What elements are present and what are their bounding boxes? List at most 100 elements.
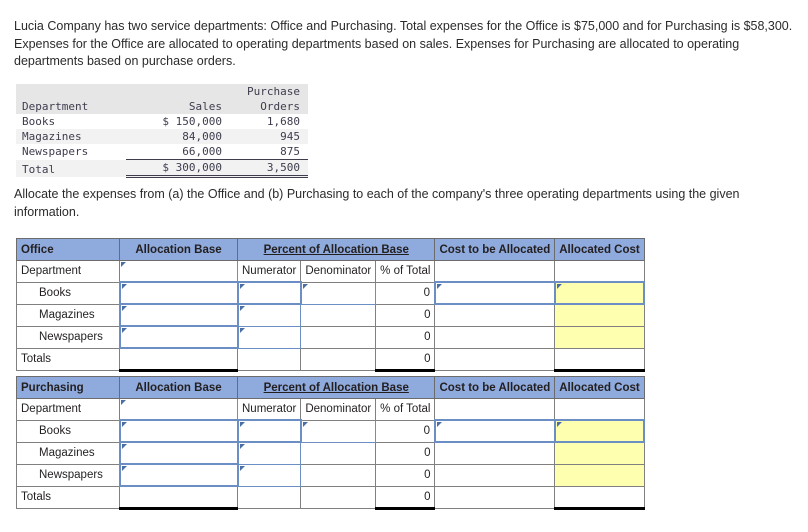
office-newspapers-allocation-base-input[interactable] (118, 325, 239, 349)
office-books-allocation-base-input[interactable] (118, 281, 239, 305)
office-totals-allocation-base (119, 347, 238, 372)
purchasing-books-allocated-cost-input[interactable] (553, 419, 646, 443)
purchasing-totals-allocation-base (119, 485, 238, 510)
purchasing-books-numerator-input[interactable] (236, 419, 302, 443)
office-books-cost-to-be-allocated-input[interactable] (433, 281, 556, 305)
office-header-allocation-base: Allocation Base (119, 238, 238, 261)
purchasing-row-label: Magazines (16, 441, 120, 465)
purchasing-subheader-numerator: Numerator (236, 398, 302, 421)
office-totals-row: Totals 0 (16, 347, 645, 372)
purchasing-subheader-allocated-blank (554, 398, 645, 421)
allocation-instruction: Allocate the expenses from (a) the Offic… (14, 187, 740, 219)
table-row: Books 0 (16, 281, 646, 305)
office-subheader-row: Department Numerator Denominator % of To… (16, 260, 645, 283)
purchasing-header-allocation-base: Allocation Base (119, 376, 238, 399)
purchasing-books-percent-of-total: 0 (375, 419, 436, 443)
purchasing-totals-row: Totals 0 (16, 485, 645, 510)
office-title: Office (16, 238, 120, 261)
given-data-row: Books $ 150,000 1,680 (16, 114, 308, 129)
purchasing-newspapers-allocation-base-input[interactable] (118, 463, 239, 487)
office-magazines-allocation-base-input[interactable] (118, 303, 239, 327)
office-subheader-department: Department (16, 260, 120, 283)
given-total-purchase-orders: 3,500 (230, 159, 308, 178)
purchasing-header-percent-of-allocation-base: Percent of Allocation Base (236, 376, 436, 399)
purchasing-magazines-allocation-base-input[interactable] (118, 441, 239, 465)
purchasing-totals-percent-of-total: 0 (375, 485, 436, 510)
given-total-label: Total (16, 159, 126, 177)
given-row-purchase-orders: 945 (230, 129, 308, 144)
given-row-department: Magazines (16, 129, 126, 144)
given-data-header-bottom: Department Sales Orders (16, 99, 308, 114)
given-row-sales: $ 150,000 (126, 114, 230, 129)
table-row: Newspapers 0 (16, 325, 645, 349)
purchasing-row-label: Newspapers (16, 463, 120, 487)
given-total-sales: $ 300,000 (126, 159, 230, 178)
purchasing-totals-label: Totals (16, 485, 120, 509)
office-subheader-allocated-blank (554, 260, 645, 283)
purchasing-totals-cost-to-be-allocated (434, 485, 556, 509)
purchasing-newspapers-numerator-input[interactable] (236, 463, 302, 487)
office-books-allocated-cost-input[interactable] (553, 281, 646, 305)
office-newspapers-cost-to-be-allocated-cell[interactable] (434, 325, 556, 349)
office-totals-label: Totals (16, 347, 120, 371)
office-books-numerator-input[interactable] (236, 281, 302, 305)
purchasing-header-allocated-cost: Allocated Cost (554, 376, 645, 399)
office-subheader-numerator: Numerator (236, 260, 302, 283)
office-newspapers-allocated-cost-input[interactable] (554, 325, 645, 349)
table-row: Newspapers 0 (16, 463, 645, 487)
purchasing-header-cost-to-be-allocated: Cost to be Allocated (434, 376, 556, 399)
office-allocation-table: Office Allocation Base Percent of Alloca… (16, 238, 646, 372)
office-department-allocation-base-input[interactable] (119, 260, 238, 283)
office-totals-cost-to-be-allocated (434, 347, 556, 371)
purchasing-totals-numerator (236, 485, 302, 509)
purchasing-totals-denominator (300, 485, 377, 509)
purchasing-newspapers-denominator-cell[interactable] (300, 463, 377, 487)
office-magazines-cost-to-be-allocated-cell[interactable] (434, 303, 556, 327)
office-totals-numerator (236, 347, 302, 371)
purchasing-title: Purchasing (16, 376, 120, 399)
office-header-allocated-cost: Allocated Cost (554, 238, 645, 261)
purchasing-books-allocation-base-input[interactable] (118, 419, 239, 443)
purchasing-subheader-denominator: Denominator (300, 398, 377, 421)
office-subheader-cost-blank (434, 260, 556, 283)
given-row-purchase-orders: 1,680 (230, 114, 308, 129)
purchasing-department-allocation-base-input[interactable] (119, 398, 238, 421)
purchasing-newspapers-allocated-cost-input[interactable] (554, 463, 645, 487)
purchasing-magazines-percent-of-total: 0 (375, 441, 436, 465)
given-row-sales: 66,000 (126, 144, 230, 160)
office-totals-percent-of-total: 0 (375, 347, 436, 372)
office-books-denominator-input[interactable] (300, 281, 377, 305)
given-row-department: Books (16, 114, 126, 129)
given-header-spacer (16, 84, 126, 99)
office-totals-allocated-cost (554, 347, 645, 372)
office-magazines-numerator-input[interactable] (236, 303, 302, 327)
purchasing-magazines-numerator-input[interactable] (236, 441, 302, 465)
given-header-department: Department (16, 99, 126, 114)
given-row-department: Newspapers (16, 144, 126, 160)
office-magazines-denominator-cell[interactable] (300, 303, 377, 327)
purchasing-newspapers-cost-to-be-allocated-cell[interactable] (434, 463, 556, 487)
purchasing-magazines-denominator-cell[interactable] (300, 441, 377, 465)
office-magazines-percent-of-total: 0 (375, 303, 436, 327)
office-newspapers-numerator-input[interactable] (236, 325, 302, 349)
given-header-sales-spacer (126, 84, 230, 99)
office-row-label: Magazines (16, 303, 120, 327)
purchasing-books-cost-to-be-allocated-input[interactable] (433, 419, 556, 443)
given-data-table: Purchase Department Sales Orders Books $… (16, 84, 308, 178)
office-books-percent-of-total: 0 (375, 281, 436, 305)
table-row: Magazines 0 (16, 441, 645, 465)
office-header-cost-to-be-allocated: Cost to be Allocated (434, 238, 556, 261)
office-subheader-percent-of-total: % of Total (375, 260, 436, 283)
given-data-total-row: Total $ 300,000 3,500 (16, 159, 308, 178)
office-subheader-denominator: Denominator (300, 260, 377, 283)
purchasing-allocation-table: Purchasing Allocation Base Percent of Al… (16, 376, 646, 510)
purchasing-books-denominator-input[interactable] (300, 419, 377, 443)
purchasing-newspapers-percent-of-total: 0 (375, 463, 436, 487)
office-header-row: Office Allocation Base Percent of Alloca… (16, 238, 645, 261)
given-header-purchase-line2: Orders (230, 99, 308, 114)
office-newspapers-denominator-cell[interactable] (300, 325, 377, 349)
purchasing-magazines-cost-to-be-allocated-cell[interactable] (434, 441, 556, 465)
office-magazines-allocated-cost-input[interactable] (554, 303, 645, 327)
purchasing-magazines-allocated-cost-input[interactable] (554, 441, 645, 465)
purchasing-subheader-percent-of-total: % of Total (375, 398, 436, 421)
